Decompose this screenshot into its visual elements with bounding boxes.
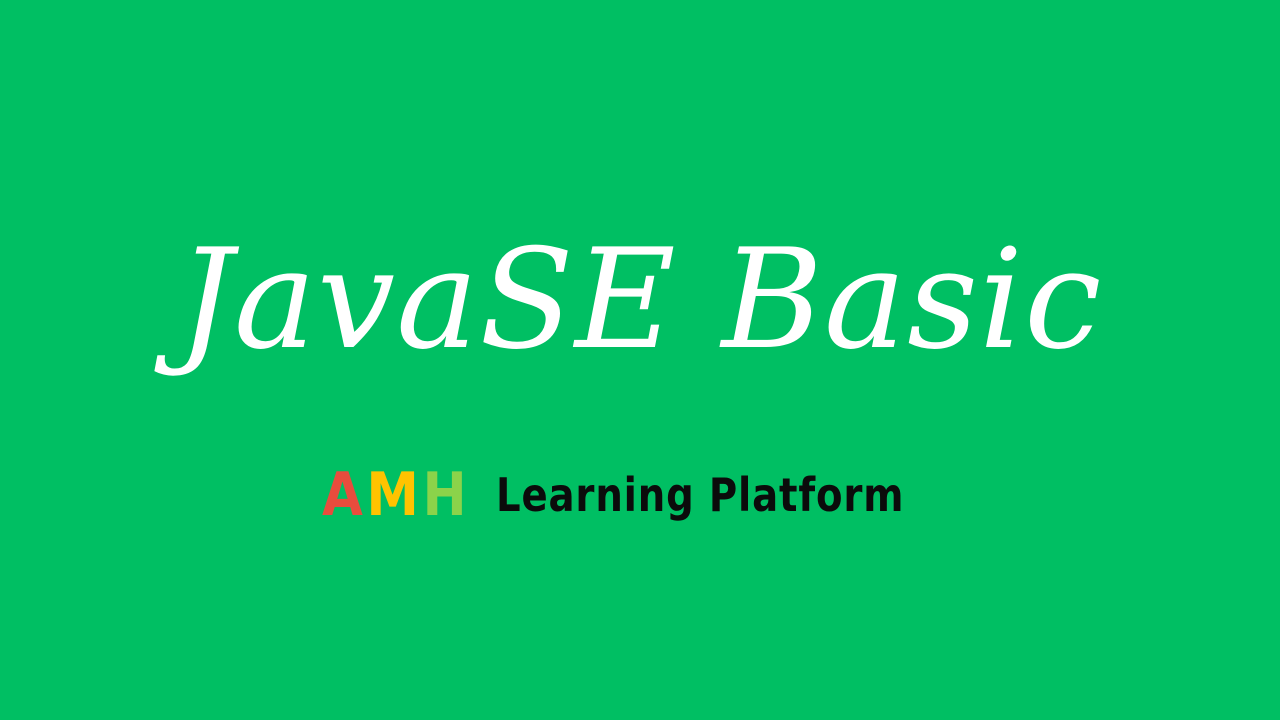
logo-letter-m: M xyxy=(366,460,423,530)
slide-background: JavaSE Basic A M H Learning Platform xyxy=(0,0,1280,720)
brand-lockup: A M H Learning Platform xyxy=(322,462,983,528)
amh-logo: A M H xyxy=(322,462,470,528)
logo-letter-h: H xyxy=(422,460,471,530)
slide-title: JavaSE Basic xyxy=(177,219,1103,380)
platform-name: Learning Platform xyxy=(496,468,905,522)
logo-letter-a: A xyxy=(322,460,367,530)
